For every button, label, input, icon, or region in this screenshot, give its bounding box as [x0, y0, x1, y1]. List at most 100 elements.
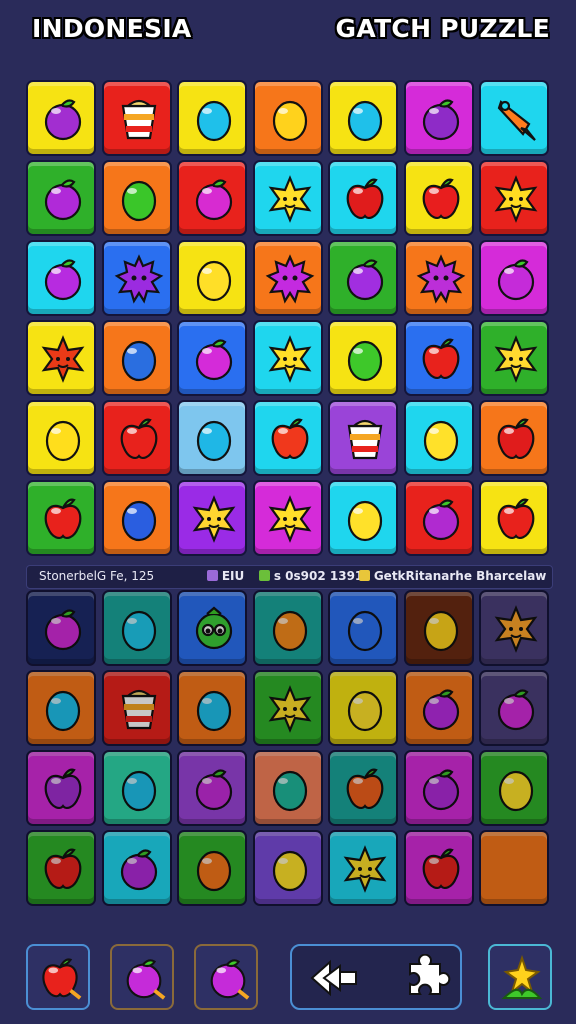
game-tile[interactable]	[403, 320, 474, 396]
game-tile[interactable]	[479, 80, 549, 156]
game-tile[interactable]	[26, 320, 96, 396]
game-tile[interactable]	[328, 480, 398, 556]
apple-bomb-button[interactable]	[26, 944, 90, 1010]
drink-cup-icon	[121, 689, 156, 730]
plum-icon	[44, 179, 82, 221]
game-tile[interactable]	[328, 750, 398, 826]
game-tile[interactable]	[403, 160, 474, 236]
star-fruit-icon	[268, 495, 311, 543]
lemon-icon	[121, 500, 156, 542]
game-tile[interactable]	[177, 830, 247, 906]
game-tile[interactable]	[403, 240, 474, 316]
game-tile[interactable]	[328, 160, 398, 236]
game-tile[interactable]	[26, 400, 96, 476]
puzzle-piece-icon[interactable]	[396, 954, 452, 1002]
plum-icon	[422, 769, 459, 811]
game-tile[interactable]	[26, 590, 96, 666]
plum-icon	[422, 499, 459, 541]
star-fruit-icon	[268, 175, 311, 223]
game-tile[interactable]	[479, 830, 549, 906]
game-tile[interactable]	[101, 480, 172, 556]
lemon-icon	[347, 500, 383, 542]
apple-icon	[44, 498, 82, 539]
game-tile[interactable]	[101, 80, 172, 156]
plum-icon	[195, 339, 233, 381]
grape-bomb-button[interactable]	[194, 944, 258, 1010]
game-tile[interactable]	[328, 830, 398, 906]
game-tile[interactable]	[328, 400, 398, 476]
game-tile[interactable]	[479, 400, 549, 476]
lemon-icon	[121, 180, 156, 222]
game-tile[interactable]	[252, 480, 323, 556]
game-tile[interactable]	[177, 240, 247, 316]
game-tile[interactable]	[252, 590, 323, 666]
game-tile[interactable]	[26, 830, 96, 906]
board-row	[26, 240, 551, 320]
board-row	[26, 590, 551, 670]
game-tile[interactable]	[252, 160, 323, 236]
game-tile[interactable]	[101, 670, 172, 746]
game-tile[interactable]	[479, 240, 549, 316]
game-tile[interactable]	[328, 590, 398, 666]
game-tile[interactable]	[252, 670, 323, 746]
back-arrow-icon[interactable]	[306, 954, 362, 1002]
board-row	[26, 670, 551, 750]
game-tile[interactable]	[403, 480, 474, 556]
game-tile[interactable]	[101, 750, 172, 826]
status-square-icon	[207, 570, 218, 581]
game-tile[interactable]	[26, 670, 96, 746]
game-tile[interactable]	[177, 590, 247, 666]
game-tile[interactable]	[26, 480, 96, 556]
lemon-icon	[121, 340, 156, 382]
game-tile[interactable]	[26, 160, 96, 236]
game-tile[interactable]	[403, 830, 474, 906]
game-tile[interactable]	[479, 590, 549, 666]
status-coin-icon	[359, 570, 370, 581]
game-tile[interactable]	[177, 480, 247, 556]
game-tile[interactable]	[252, 240, 323, 316]
game-tile[interactable]	[252, 830, 323, 906]
game-tile[interactable]	[101, 240, 172, 316]
game-tile[interactable]	[177, 80, 247, 156]
game-tile[interactable]	[328, 240, 398, 316]
game-tile[interactable]	[328, 320, 398, 396]
apple-icon	[346, 768, 384, 809]
game-tile[interactable]	[403, 400, 474, 476]
game-tile[interactable]	[328, 80, 398, 156]
game-tile[interactable]	[26, 80, 96, 156]
game-tile[interactable]	[479, 480, 549, 556]
game-tile[interactable]	[252, 400, 323, 476]
game-tile[interactable]	[403, 750, 474, 826]
plum-bomb-button[interactable]	[110, 944, 174, 1010]
game-tile[interactable]	[26, 750, 96, 826]
game-tile[interactable]	[252, 80, 323, 156]
lemon-icon	[347, 340, 383, 382]
game-tile[interactable]	[479, 670, 549, 746]
game-tile[interactable]	[101, 320, 172, 396]
game-tile[interactable]	[328, 670, 398, 746]
game-tile[interactable]	[26, 240, 96, 316]
game-tile[interactable]	[101, 590, 172, 666]
game-tile[interactable]	[479, 320, 549, 396]
game-tile[interactable]	[101, 830, 172, 906]
game-tile[interactable]	[252, 320, 323, 396]
sparkle-action-button[interactable]	[488, 944, 552, 1010]
lemon-icon	[45, 420, 81, 462]
header-left-title: INDONESIA	[32, 14, 192, 43]
game-tile[interactable]	[479, 160, 549, 236]
game-tile[interactable]	[177, 670, 247, 746]
game-tile[interactable]	[177, 160, 247, 236]
board-row	[26, 320, 551, 400]
game-tile[interactable]	[177, 400, 247, 476]
game-tile[interactable]	[403, 670, 474, 746]
game-tile[interactable]	[479, 750, 549, 826]
rocket-icon	[497, 100, 536, 141]
game-tile[interactable]	[177, 750, 247, 826]
game-tile[interactable]	[101, 400, 172, 476]
game-tile[interactable]	[403, 590, 474, 666]
game-tile[interactable]	[101, 160, 172, 236]
game-tile[interactable]	[177, 320, 247, 396]
lemon-icon	[121, 770, 156, 812]
game-tile[interactable]	[403, 80, 474, 156]
game-tile[interactable]	[252, 750, 323, 826]
